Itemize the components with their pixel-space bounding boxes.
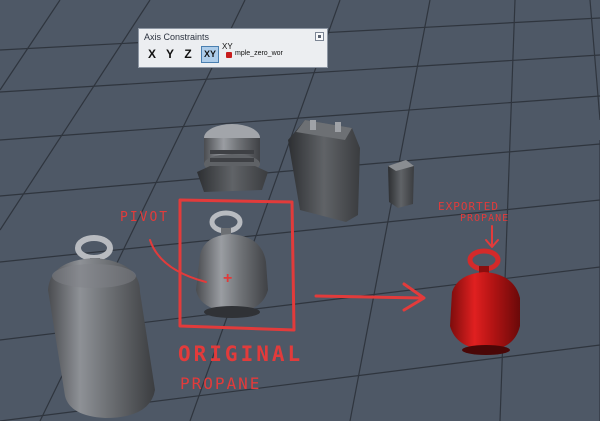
pivot-plus-marker: + <box>223 270 233 287</box>
axis-x-button[interactable]: X <box>145 46 159 63</box>
axis-constraints-toolbar: Axis Constraints X Y Z XY <box>138 28 328 68</box>
stacked-cylinder-object <box>197 124 268 192</box>
tall-propane-tank <box>48 235 155 418</box>
toolbar-title: Axis Constraints <box>144 32 210 42</box>
small-box-object <box>388 160 414 208</box>
original-propane-tank <box>196 210 268 318</box>
exported-label-line1: EXPORTED <box>438 200 499 213</box>
snap-indicator-icon <box>226 52 232 58</box>
snap-target-label[interactable]: mple_zero_wor <box>235 50 283 57</box>
xy-flyout-icon[interactable]: XY <box>222 43 233 51</box>
exported-label-line2: PROPANE <box>460 213 510 224</box>
original-label-line2: PROPANE <box>180 374 262 393</box>
close-icon[interactable] <box>315 32 324 41</box>
exported-pointer-arrow <box>485 225 499 248</box>
axis-z-button[interactable]: Z <box>181 46 195 63</box>
pivot-label: PIVOT <box>120 210 170 225</box>
original-label-line1: ORIGINAL <box>178 342 304 366</box>
pivot-pointer-arrow <box>149 239 207 283</box>
viewport-3d[interactable]: PIVOT + EXPORTED PROPANE ORIGINAL PROPAN… <box>0 0 600 421</box>
axis-y-button[interactable]: Y <box>163 46 177 63</box>
move-arrow <box>314 294 424 300</box>
exported-propane-tank <box>450 248 520 355</box>
axis-xy-button[interactable]: XY <box>201 46 219 63</box>
dark-box-object <box>288 120 360 222</box>
